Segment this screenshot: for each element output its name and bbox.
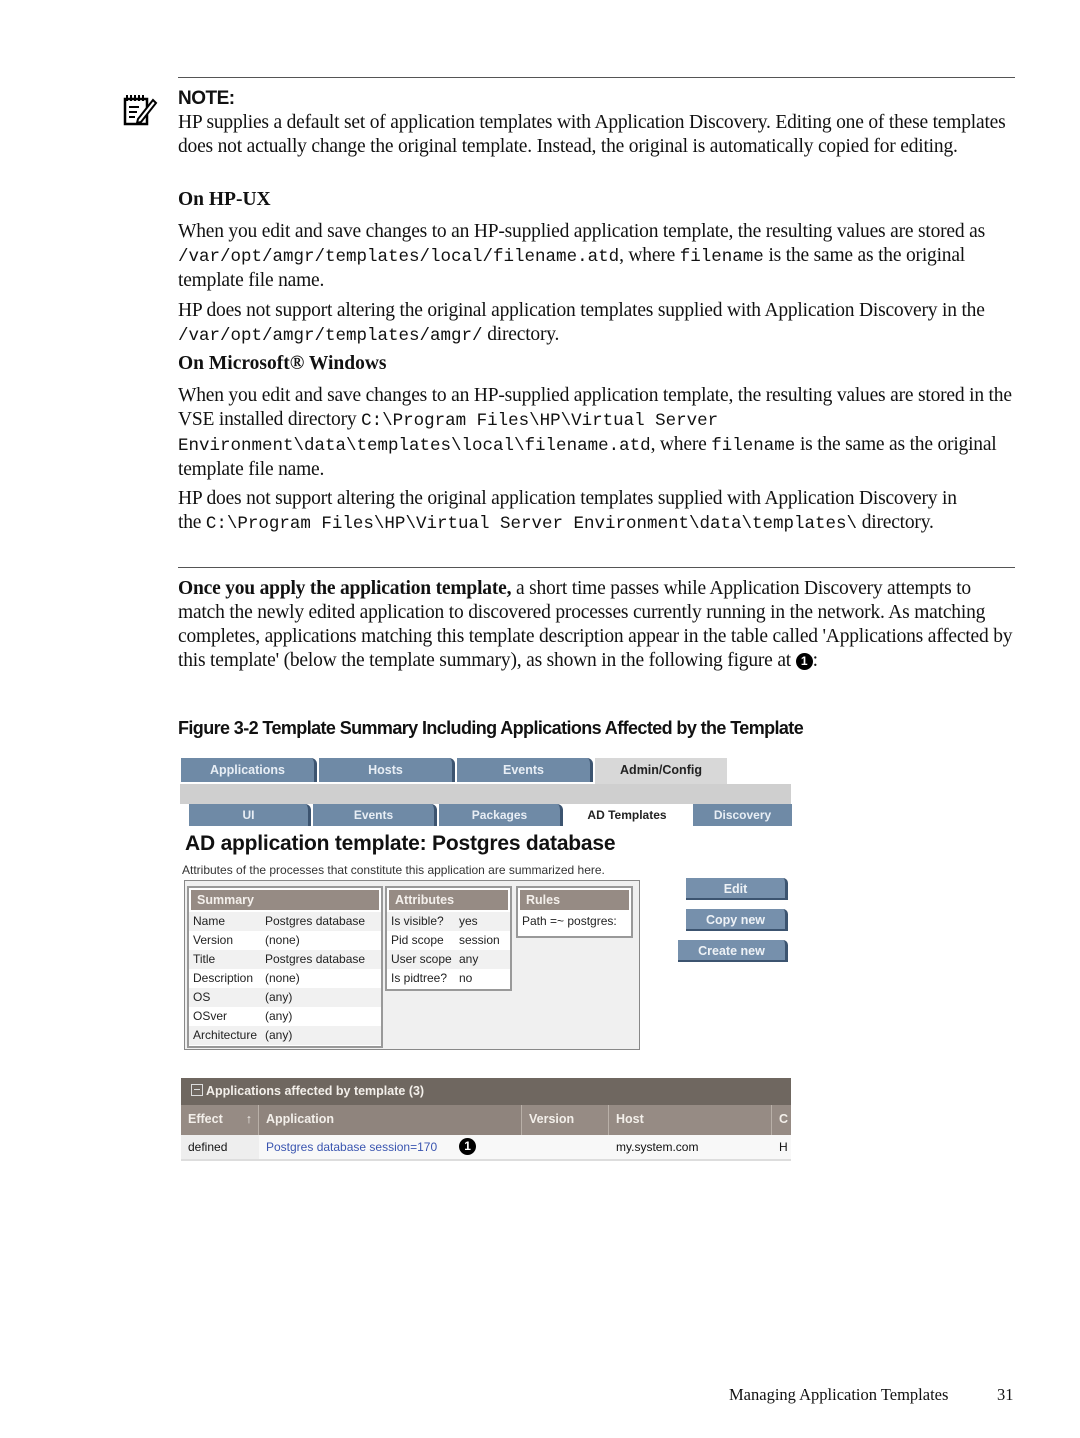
kv-row: Architecture (any)	[189, 1026, 381, 1045]
subtab-events[interactable]: Events	[313, 804, 437, 826]
column-application[interactable]: Application	[259, 1105, 522, 1135]
applications-affected-header[interactable]: Applications affected by template (3)	[181, 1078, 791, 1105]
note-intro: HP supplies a default set of application…	[178, 112, 1006, 157]
kv-row: Is pidtree? no	[387, 969, 510, 988]
note-title: NOTE:	[178, 88, 235, 109]
kv-key: OSver	[193, 1009, 228, 1023]
tab-applications[interactable]: Applications	[181, 758, 317, 782]
column-extra[interactable]: C	[772, 1105, 791, 1135]
kv-row: Description (none)	[189, 969, 381, 988]
windows-paragraph-1: When you edit and save changes to an HP-…	[178, 385, 1012, 480]
subtab-packages[interactable]: Packages	[439, 804, 563, 826]
tab-events[interactable]: Events	[457, 758, 593, 782]
cell-application: Postgres database session=170 1	[259, 1135, 522, 1159]
cell-version	[522, 1135, 609, 1159]
attributes-panel: Attributes Is visible? yes Pid scope sessio…	[385, 886, 512, 991]
footer-chapter: Managing Application Templates	[729, 1385, 949, 1404]
sort-ascending-icon[interactable]: ↑	[246, 1105, 252, 1133]
tab-admin-config[interactable]: Admin/Config	[595, 758, 727, 786]
kv-value: (any)	[265, 1009, 293, 1023]
application-link[interactable]: Postgres database session=170	[266, 1140, 437, 1154]
table-row: defined Postgres database session=170 1 m…	[181, 1135, 791, 1161]
kv-value: (none)	[265, 971, 300, 985]
note-bottom-rule	[178, 567, 1015, 568]
callout-1-icon: 1	[795, 653, 813, 670]
edit-button[interactable]: Edit	[686, 878, 788, 900]
note-top-rule	[178, 77, 1015, 78]
subtab-discovery[interactable]: Discovery	[693, 804, 792, 826]
body-paragraph: Once you apply the application template,…	[178, 578, 1013, 671]
subtab-ui[interactable]: UI	[189, 804, 311, 826]
kv-value: (none)	[265, 933, 300, 947]
figure-screenshot: Applications Hosts Events Admin/Config U…	[180, 758, 792, 1168]
kv-row: Version (none)	[189, 931, 381, 950]
kv-value: Postgres database	[265, 914, 366, 928]
windows-paragraph-2: HP does not support altering the origina…	[178, 488, 957, 534]
template-subtitle: Attributes of the processes that constit…	[182, 863, 605, 877]
cell-effect: defined	[181, 1135, 259, 1159]
applications-table-header: Effect ↑ Application Version Host C	[181, 1105, 791, 1135]
tab-hosts[interactable]: Hosts	[319, 758, 455, 782]
column-version[interactable]: Version	[522, 1105, 609, 1135]
kv-value: yes	[459, 914, 478, 928]
kv-value: any	[459, 952, 479, 966]
collapse-icon[interactable]	[191, 1084, 203, 1096]
kv-key: Is visible?	[391, 914, 444, 928]
rule-value: Path =~ postgres:	[518, 912, 631, 931]
hpux-paragraph-2: HP does not support altering the origina…	[178, 300, 985, 346]
kv-value: no	[459, 971, 473, 985]
note-pencil-icon	[122, 92, 158, 128]
kv-row: OSver (any)	[189, 1007, 381, 1026]
rules-heading: Rules	[520, 890, 629, 910]
figure-caption: Figure 3-2 Template Summary Including Ap…	[178, 718, 804, 738]
kv-key: Architecture	[193, 1028, 258, 1042]
rules-panel: Rules Path =~ postgres:	[516, 886, 633, 938]
cell-extra: H	[779, 1140, 788, 1154]
applications-affected-title: Applications affected by template (3)	[206, 1084, 425, 1098]
windows-heading: On Microsoft® Windows	[178, 353, 387, 374]
kv-row: Is visible? yes	[387, 912, 510, 931]
kv-key: User scope	[391, 952, 452, 966]
cell-host: my.system.com	[616, 1140, 699, 1154]
kv-value: Postgres database	[265, 952, 366, 966]
subtab-ad-templates[interactable]: AD Templates	[565, 804, 689, 826]
kv-value: (any)	[265, 1028, 293, 1042]
kv-row: Pid scope session	[387, 931, 510, 950]
kv-row: Title Postgres database	[189, 950, 381, 969]
kv-row: OS (any)	[189, 988, 381, 1007]
create-new-button[interactable]: Create new	[678, 940, 788, 962]
kv-value: session	[459, 933, 500, 947]
kv-key: Is pidtree?	[391, 971, 448, 985]
applications-affected-panel: Applications affected by template (3) Ef…	[181, 1078, 791, 1164]
kv-row: User scope any	[387, 950, 510, 969]
kv-row: Name Postgres database	[189, 912, 381, 931]
kv-key: Version	[193, 933, 234, 947]
hpux-heading: On HP-UX	[178, 189, 271, 210]
kv-key: Name	[193, 914, 226, 928]
kv-key: OS	[193, 990, 211, 1004]
footer-page-number: 31	[997, 1385, 1014, 1404]
callout-1-icon: 1	[459, 1138, 477, 1155]
copy-new-button[interactable]: Copy new	[686, 909, 788, 931]
hpux-paragraph-1: When you edit and save changes to an HP-…	[178, 221, 985, 291]
kv-value: (any)	[265, 990, 293, 1004]
kv-key: Pid scope	[391, 933, 444, 947]
kv-key: Title	[193, 952, 216, 966]
tab-strip	[180, 784, 791, 804]
kv-key: Description	[193, 971, 254, 985]
summary-panel: Summary Name Postgres database Version (non…	[187, 886, 383, 1048]
column-host[interactable]: Host	[609, 1105, 772, 1135]
column-effect[interactable]: Effect ↑	[181, 1105, 259, 1135]
template-details-panel: Summary Name Postgres database Version (non…	[184, 880, 640, 1050]
summary-heading: Summary	[191, 890, 379, 910]
template-title: AD application template: Postgres databa…	[185, 832, 616, 855]
attributes-heading: Attributes	[389, 890, 508, 910]
